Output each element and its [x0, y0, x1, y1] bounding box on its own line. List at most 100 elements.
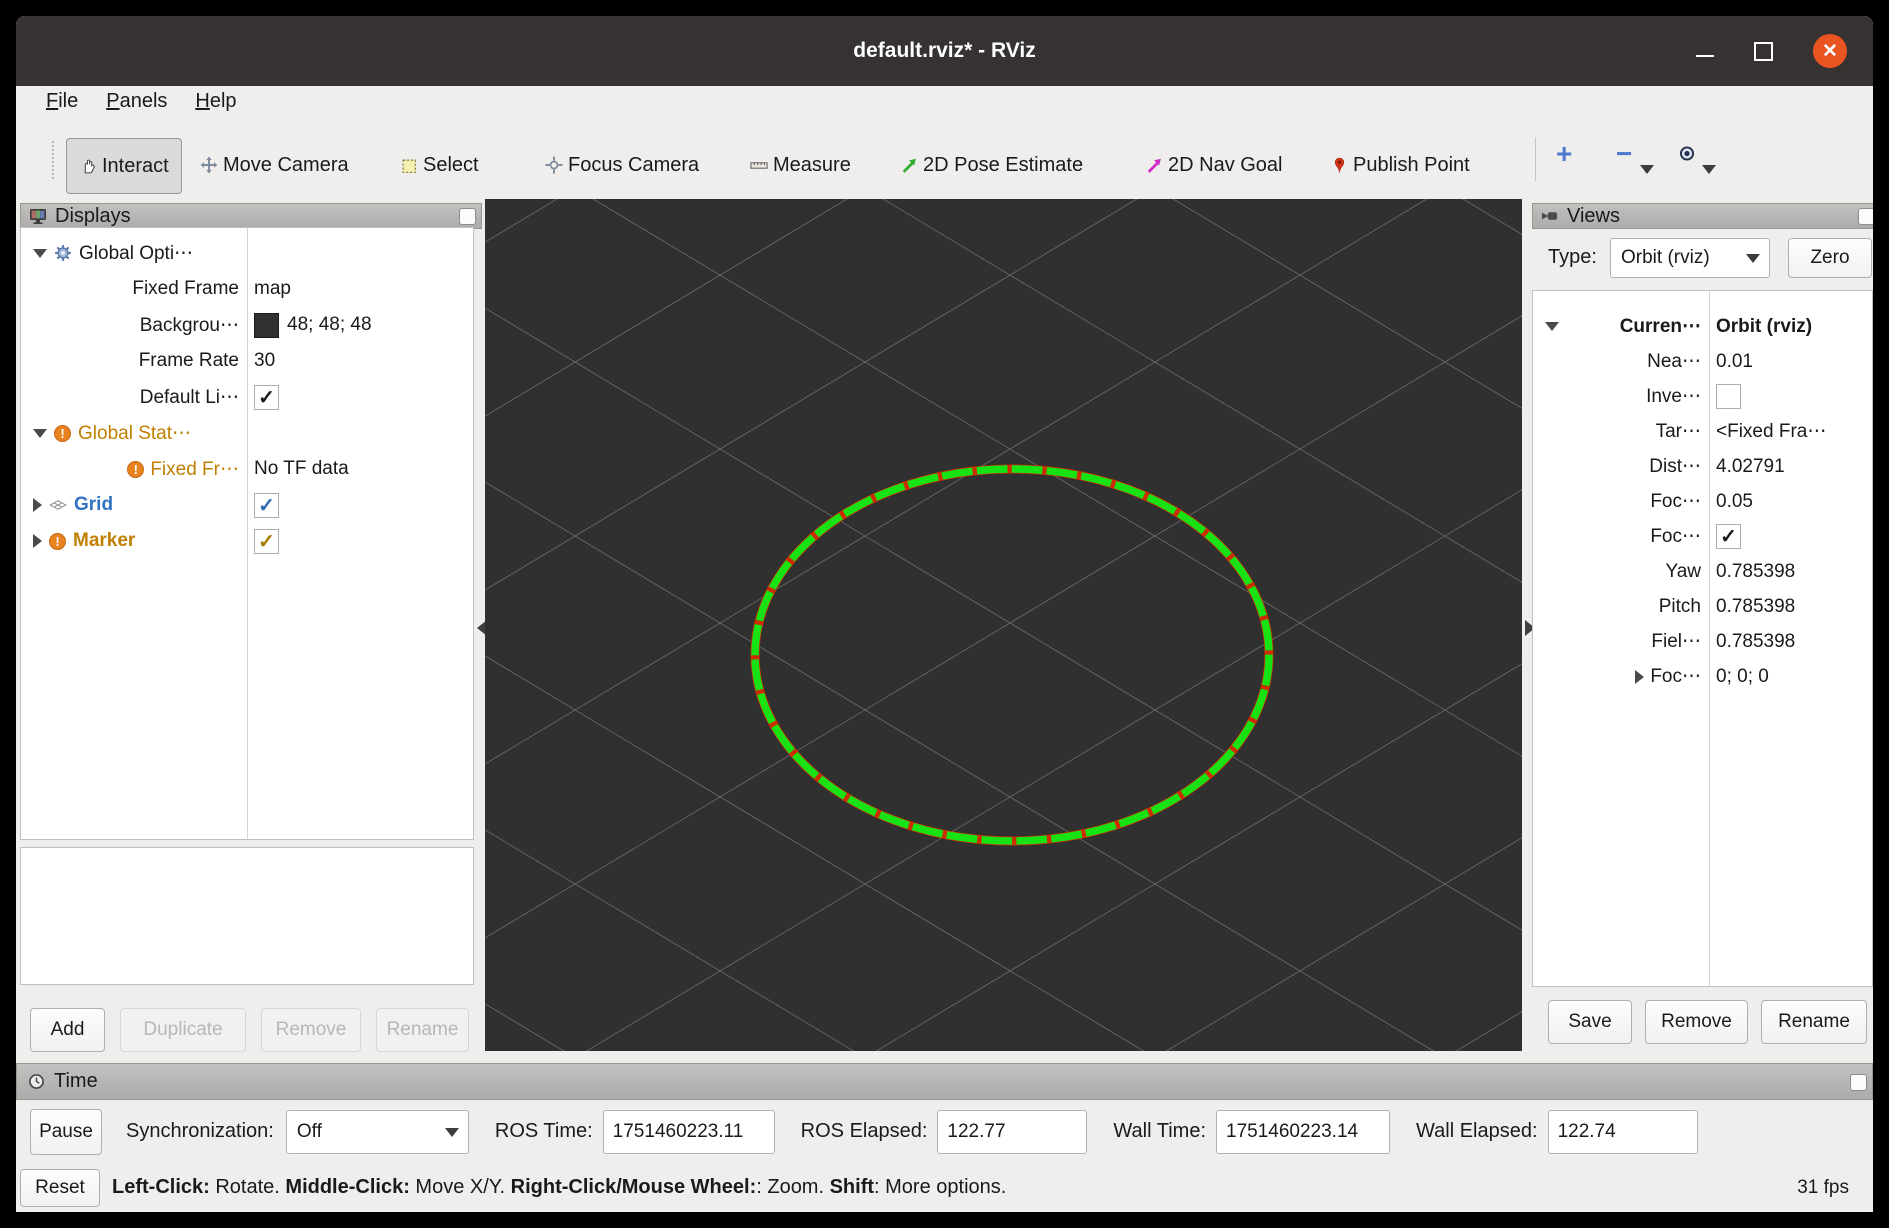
- 3d-viewport[interactable]: [485, 199, 1522, 1051]
- views-row-foc-5[interactable]: Foc⋯0.05: [1533, 484, 1871, 519]
- property-value[interactable]: 0.785398: [1716, 561, 1795, 583]
- checkbox[interactable]: [1716, 384, 1741, 409]
- display-row-fixed-fr[interactable]: !Fixed Fr⋯No TF data: [21, 451, 472, 487]
- view-type-label: Type:: [1548, 246, 1597, 269]
- tool-measure[interactable]: Measure: [750, 144, 851, 186]
- views-row-curren-0[interactable]: Curren⋯Orbit (rviz): [1533, 309, 1871, 344]
- remove-tool-button[interactable]: −: [1616, 139, 1632, 169]
- display-row-backgrou[interactable]: Backgrou⋯48; 48; 48: [21, 307, 472, 343]
- views-row-yaw-7[interactable]: Yaw0.785398: [1533, 554, 1871, 589]
- displays-tree[interactable]: Global Opti⋯ Fixed FramemapBackgrou⋯48; 4…: [20, 227, 474, 840]
- tool-2d-pose-estimate[interactable]: 2D Pose Estimate: [900, 144, 1083, 186]
- color-swatch[interactable]: [254, 313, 279, 338]
- property-value[interactable]: 0.785398: [1716, 596, 1795, 618]
- pause-button[interactable]: Pause: [30, 1109, 102, 1155]
- remove-tool-dropdown-arrow[interactable]: [1640, 165, 1654, 174]
- zero-button[interactable]: Zero: [1788, 238, 1872, 278]
- time-panel-header[interactable]: Time: [16, 1063, 1873, 1100]
- views-row-inve-2[interactable]: Inve⋯: [1533, 379, 1871, 414]
- display-row-global-stat[interactable]: !Global Stat⋯: [21, 415, 472, 451]
- tool-label: Select: [423, 154, 479, 177]
- displays-panel-header[interactable]: Displays: [20, 203, 482, 229]
- property-value[interactable]: 0.01: [1716, 351, 1753, 373]
- menu-help[interactable]: Help: [195, 90, 236, 113]
- tree-value-cell: [247, 415, 472, 451]
- checkbox[interactable]: ✓: [254, 529, 279, 554]
- property-value[interactable]: 4.02791: [1716, 456, 1785, 478]
- tree-value-cell: map: [247, 271, 472, 307]
- display-row-marker[interactable]: !Marker✓: [21, 523, 472, 559]
- property-value[interactable]: <Fixed Fra⋯: [1716, 420, 1826, 443]
- menu-panels[interactable]: Panels: [106, 90, 167, 113]
- property-name: Nea⋯: [1647, 350, 1701, 373]
- views-row-pitch-8[interactable]: Pitch0.785398: [1533, 589, 1871, 624]
- view-type-dropdown[interactable]: Orbit (rviz): [1610, 238, 1770, 278]
- views-row-fiel-9[interactable]: Fiel⋯0.785398: [1533, 624, 1871, 659]
- reset-button[interactable]: Reset: [20, 1169, 100, 1207]
- tool-move-camera[interactable]: Move Camera: [200, 144, 349, 186]
- views-row-nea-1[interactable]: Nea⋯ 0.01: [1533, 344, 1871, 379]
- tree-value-cell: 0.01: [1709, 344, 1871, 379]
- tool-publish-point[interactable]: Publish Point: [1330, 144, 1470, 186]
- property-value[interactable]: 0; 0; 0: [1716, 666, 1769, 688]
- remove-button[interactable]: Remove: [1645, 1000, 1748, 1044]
- warning-icon: !: [54, 425, 71, 442]
- expander-right-icon[interactable]: [33, 534, 42, 548]
- display-row-frame-rate[interactable]: Frame Rate30: [21, 343, 472, 379]
- expander-down-icon[interactable]: [33, 429, 47, 438]
- expander-down-icon[interactable]: [1545, 322, 1559, 331]
- add-tool-button[interactable]: +: [1556, 139, 1572, 169]
- ros-time-field[interactable]: 1751460223.11: [603, 1110, 775, 1154]
- wall-time-field[interactable]: 1751460223.14: [1216, 1110, 1390, 1154]
- property-value[interactable]: Orbit (rviz): [1716, 316, 1812, 338]
- display-row-default-li[interactable]: Default Li⋯✓: [21, 379, 472, 415]
- tool-interact[interactable]: Interact: [66, 138, 182, 194]
- wall-elapsed-label: Wall Elapsed:: [1416, 1120, 1538, 1143]
- property-value[interactable]: 0.785398: [1716, 631, 1795, 653]
- views-row-dist-4[interactable]: Dist⋯4.02791: [1533, 449, 1871, 484]
- checkbox[interactable]: ✓: [254, 493, 279, 518]
- minimize-button[interactable]: [1696, 55, 1714, 57]
- tool-2d-nav-goal[interactable]: 2D Nav Goal: [1145, 144, 1283, 186]
- sync-dropdown[interactable]: Off: [286, 1110, 469, 1154]
- expander-right-icon[interactable]: [33, 498, 42, 512]
- tool-visibility-dropdown-arrow[interactable]: [1702, 165, 1716, 174]
- checkbox[interactable]: ✓: [1716, 524, 1741, 549]
- property-value[interactable]: 0.05: [1716, 491, 1753, 513]
- property-value[interactable]: 48; 48; 48: [287, 314, 372, 336]
- close-button[interactable]: ✕: [1813, 34, 1847, 68]
- property-name: Global Opti⋯: [79, 242, 193, 265]
- menu-mnemonic: H: [195, 90, 209, 112]
- expander-right-icon[interactable]: [1635, 670, 1644, 684]
- views-row-foc-10[interactable]: Foc⋯0; 0; 0: [1533, 659, 1871, 694]
- save-button[interactable]: Save: [1548, 1000, 1632, 1044]
- tree-value-cell: ✓: [1709, 519, 1871, 554]
- views-row-tar-3[interactable]: Tar⋯<Fixed Fra⋯: [1533, 414, 1871, 449]
- property-value[interactable]: No TF data: [254, 458, 349, 480]
- property-value[interactable]: map: [254, 278, 291, 300]
- display-row-fixed-frame[interactable]: Fixed Framemap: [21, 271, 472, 307]
- time-float-button[interactable]: [1850, 1074, 1867, 1091]
- eye-icon: [1678, 144, 1696, 162]
- tool-select[interactable]: Select: [400, 144, 479, 186]
- expander-down-icon[interactable]: [33, 249, 47, 258]
- maximize-button[interactable]: [1754, 42, 1773, 61]
- views-row-foc-6[interactable]: Foc⋯✓: [1533, 519, 1871, 554]
- views-panel-header[interactable]: Views: [1532, 203, 1873, 229]
- displays-float-button[interactable]: [459, 208, 476, 225]
- toolbar-drag-handle[interactable]: [52, 141, 59, 179]
- rename-button[interactable]: Rename: [1761, 1000, 1867, 1044]
- display-row-grid[interactable]: Grid✓: [21, 487, 472, 523]
- title-bar[interactable]: default.rviz* - RViz ✕: [16, 16, 1873, 86]
- views-tree[interactable]: Curren⋯Orbit (rviz) Nea⋯ 0.01 Inve⋯Tar⋯<Fix…: [1532, 290, 1873, 987]
- checkbox[interactable]: ✓: [254, 385, 279, 410]
- tool-focus-camera[interactable]: Focus Camera: [545, 144, 699, 186]
- wall-elapsed-field[interactable]: 122.74: [1548, 1110, 1698, 1154]
- property-value[interactable]: 30: [254, 350, 275, 372]
- menu-file[interactable]: File: [46, 90, 78, 113]
- add-button[interactable]: Add: [30, 1008, 105, 1052]
- tool-visibility-button[interactable]: [1678, 144, 1696, 168]
- views-float-button[interactable]: [1858, 208, 1873, 225]
- display-row-global-opti[interactable]: Global Opti⋯: [21, 235, 472, 271]
- ros-elapsed-field[interactable]: 122.77: [937, 1110, 1087, 1154]
